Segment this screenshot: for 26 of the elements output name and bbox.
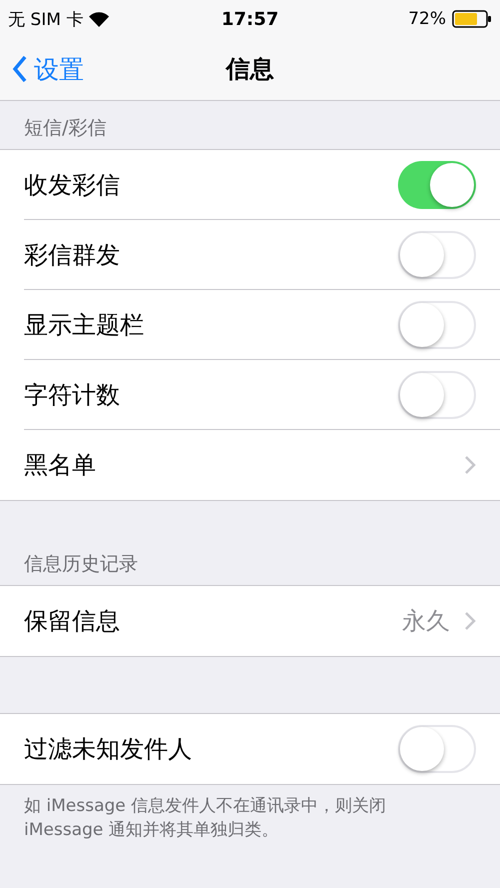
footer-note: 如 iMessage 信息发件人不在通讯录中，则关闭 iMessage 通知并将其单独归类。 <box>23 795 388 842</box>
row-label: 显示主题栏 <box>24 310 144 340</box>
row-label: 保留信息 <box>24 606 120 637</box>
row-label: 过滤未知发件人 <box>24 734 192 765</box>
carrier-text: 无 SIM 卡 <box>8 8 84 30</box>
toggle-switch[interactable] <box>398 725 476 773</box>
toggle-switch[interactable] <box>398 160 476 208</box>
toggle-switch[interactable] <box>398 370 476 418</box>
chevron-icon <box>464 455 476 475</box>
row-value: 永久 <box>402 606 450 637</box>
section-header: 短信/彩信 <box>23 116 108 141</box>
section-header: 信息历史记录 <box>23 552 139 577</box>
toggle-switch[interactable] <box>398 300 476 348</box>
wifi-icon <box>89 12 110 26</box>
battery-percent: 72% <box>408 9 446 29</box>
battery-icon <box>452 10 492 28</box>
row-label: 字符计数 <box>24 380 120 410</box>
chevron-icon <box>464 611 476 631</box>
row-label: 收发彩信 <box>24 170 120 200</box>
clock-text: 17:57 <box>221 8 279 30</box>
page-title: 信息 <box>226 54 274 85</box>
back-chevron-icon <box>12 55 28 83</box>
toggle-switch[interactable] <box>398 230 476 278</box>
row-label: 彩信群发 <box>24 240 120 270</box>
row-label: 黑名单 <box>24 450 96 481</box>
back-button[interactable]: 设置 <box>0 52 84 86</box>
